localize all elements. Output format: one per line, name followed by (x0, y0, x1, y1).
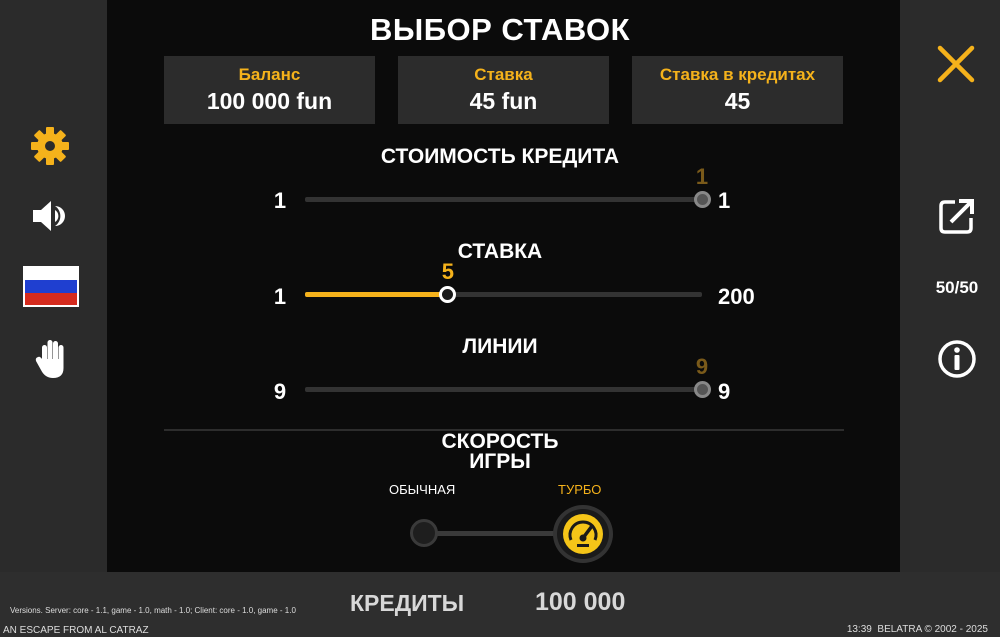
bet-max: 200 (718, 284, 755, 309)
footer-right: 13:39 BELATRA © 2002 - 2025 (847, 624, 988, 635)
credit-cost-max: 1 (718, 188, 731, 213)
bet-credits-box: Ставка в кредитах 45 (632, 56, 843, 124)
bet-box: Ставка 45 fun (398, 56, 609, 124)
bet-credits-label: Ставка в кредитах (659, 65, 816, 84)
game-name: AN ESCAPE FROM AL CATRAZ (3, 625, 149, 636)
credit-cost-slider[interactable]: 1 (305, 164, 711, 208)
versions-text: Versions. Server: core - 1.1, game - 1.0… (10, 606, 296, 615)
game-speed-title-line1: СКОРОСТЬ (441, 430, 559, 453)
speed-toggle[interactable] (410, 505, 615, 563)
balance-value: 100 000 fun (206, 88, 333, 114)
game-speed-title: СКОРОСТЬ ИГРЫ (0, 430, 1000, 473)
bet-title: СТАВКА (457, 240, 543, 263)
balance-label: Баланс (238, 65, 301, 84)
lines-max: 9 (718, 379, 731, 404)
lines-min: 9 (273, 379, 287, 404)
share-icon[interactable] (935, 194, 979, 238)
russian-flag-icon[interactable] (23, 266, 79, 307)
bet-label: Ставка (474, 65, 533, 84)
lines-slider[interactable]: 9 (305, 354, 711, 398)
close-icon[interactable] (934, 42, 978, 86)
lines-title: ЛИНИИ (462, 335, 538, 358)
credit-cost-title: СТОИМОСТЬ КРЕДИТА (380, 145, 620, 168)
credit-cost-min: 1 (273, 188, 287, 213)
bet-min: 1 (273, 284, 287, 309)
credits-value: 100 000 (535, 588, 626, 616)
game-speed-title-line2: ИГРЫ (469, 450, 531, 473)
bet-slider-fill (305, 292, 448, 297)
bet-current-value: 5 (441, 259, 455, 284)
page-title: ВЫБОР СТАВОК (369, 12, 631, 47)
credit-cost-current-value: 1 (695, 164, 709, 189)
turbo-knob[interactable] (553, 505, 613, 563)
clock-time: 13:39 (846, 624, 872, 635)
fifty-fifty-label: 50/50 (935, 278, 979, 297)
speedometer-icon (563, 514, 603, 554)
bet-credits-value: 45 (724, 88, 751, 114)
balance-box: Баланс 100 000 fun (164, 56, 375, 124)
speed-turbo-label[interactable]: ТУРБО (558, 482, 601, 497)
bet-slider[interactable]: 5 (305, 259, 702, 303)
speed-normal-knob[interactable] (410, 519, 438, 547)
bottom-bar: Versions. Server: core - 1.1, game - 1.0… (0, 572, 1000, 637)
speed-normal-label[interactable]: ОБЫЧНАЯ (389, 482, 455, 497)
lines-current-value: 9 (695, 354, 709, 379)
fifty-fifty-icon[interactable]: 50/50 (932, 268, 982, 308)
credit-cost-knob[interactable] (693, 191, 711, 208)
copyright-text: BELATRA © 2002 - 2025 (877, 624, 988, 635)
sound-icon[interactable] (28, 194, 72, 238)
credits-label: КРЕДИТЫ (350, 590, 465, 616)
bet-value: 45 fun (469, 88, 538, 114)
lines-knob[interactable] (693, 381, 711, 398)
